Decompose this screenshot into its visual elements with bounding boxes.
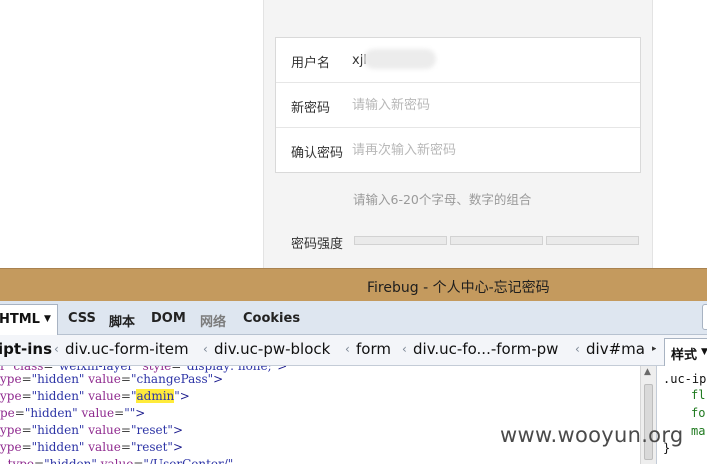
breadcrumb-item[interactable]: div.uc-pw-block	[214, 340, 330, 358]
code-line[interactable]: ype="hidden" value="reset">	[0, 440, 183, 457]
css-selector[interactable]: .uc-ip	[663, 372, 706, 386]
new-password-field[interactable]	[352, 91, 632, 119]
chevron-left-icon: ‹	[54, 342, 59, 356]
css-property[interactable]: fo	[691, 406, 705, 420]
chevron-left-icon: ‹	[345, 342, 350, 356]
tab-style[interactable]: 样式 ▼	[664, 338, 707, 366]
web-page: 用户名 新密码 确认密码 请输入6-20个字母、数字的组合 密码强度	[0, 0, 707, 270]
password-hint: 请输入6-20个字母、数字的组合	[353, 192, 532, 207]
password-strength-label: 密码强度	[291, 237, 344, 252]
strength-bar-strong	[546, 236, 639, 245]
code-line-partial: type="hidden" value="/UserCenter/"	[0, 457, 234, 464]
css-property[interactable]: ma	[691, 424, 705, 438]
breadcrumb-item[interactable]: ipt-ins	[0, 340, 52, 358]
watermark: www.wooyun.org	[500, 423, 684, 447]
scrollbar-thumb[interactable]	[644, 384, 653, 460]
scroll-up-icon[interactable]: ▲	[644, 367, 651, 377]
chevron-down-icon[interactable]: ▼	[701, 347, 707, 357]
chevron-down-icon[interactable]: ▼	[44, 314, 51, 324]
tab-style-label: 样式	[671, 348, 698, 363]
side-panel-tabs: 样式 ▼	[656, 335, 707, 366]
tab-html-label: HTML	[0, 312, 40, 327]
confirm-password-label: 确认密码	[291, 146, 344, 161]
username-redaction	[364, 49, 436, 69]
firebug-tabbar: HTML ▼ CSS 脚本 DOM 网络 Cookies	[0, 301, 707, 336]
firebug-title: Firebug - 个人中心-忘记密码	[367, 280, 550, 296]
style-side-panel[interactable]: .uc-ip fl fo ma }	[656, 366, 707, 464]
search-box-edge[interactable]	[702, 304, 707, 330]
code-line[interactable]: ype="hidden" value="admin">	[0, 389, 190, 406]
code-line[interactable]: pe="hidden" value="">	[0, 406, 145, 423]
strength-bar-medium	[450, 236, 543, 245]
code-line[interactable]: ype="hidden" value="reset">	[0, 423, 183, 440]
strength-bar-weak	[354, 236, 447, 245]
chevron-left-icon: ‹	[203, 342, 208, 356]
html-panel-scrollbar[interactable]: ▲	[640, 366, 656, 464]
code-line[interactable]: ype="hidden" value="changePass">	[0, 372, 223, 389]
breadcrumb-item[interactable]: div.uc-form-item	[65, 340, 189, 358]
css-property[interactable]: fl	[691, 388, 705, 402]
breadcrumb-item[interactable]: div#ma	[586, 340, 645, 358]
highlighted-value: admin	[136, 389, 175, 403]
breadcrumb-item[interactable]: div.uc-fo...-form-pw	[413, 340, 558, 358]
new-password-label: 新密码	[291, 101, 331, 116]
chevron-left-icon: ‹	[402, 342, 407, 356]
tab-dom[interactable]: DOM	[151, 311, 186, 326]
tab-cookies[interactable]: Cookies	[243, 311, 300, 326]
tab-script[interactable]: 脚本	[109, 311, 135, 330]
tab-net[interactable]: 网络	[200, 311, 226, 330]
tab-html[interactable]: HTML ▼	[0, 304, 58, 336]
username-row: 用户名	[276, 38, 640, 83]
confirm-password-field[interactable]	[352, 136, 632, 164]
firebug-titlebar[interactable]: Firebug - 个人中心-忘记密码	[0, 268, 707, 301]
breadcrumb-item[interactable]: form	[356, 340, 391, 358]
new-password-row: 新密码	[276, 83, 640, 128]
breadcrumb: ipt-ins ‹ div.uc-form-item ‹ div.uc-pw-b…	[0, 335, 662, 366]
confirm-password-row: 确认密码	[276, 128, 640, 173]
html-source-panel[interactable]: r class="weixin-layer" style="display: n…	[0, 366, 640, 464]
chevron-left-icon: ‹	[575, 342, 580, 356]
password-reset-form: 用户名 新密码 确认密码	[275, 37, 641, 173]
username-label: 用户名	[291, 56, 331, 71]
tab-css[interactable]: CSS	[68, 311, 96, 326]
